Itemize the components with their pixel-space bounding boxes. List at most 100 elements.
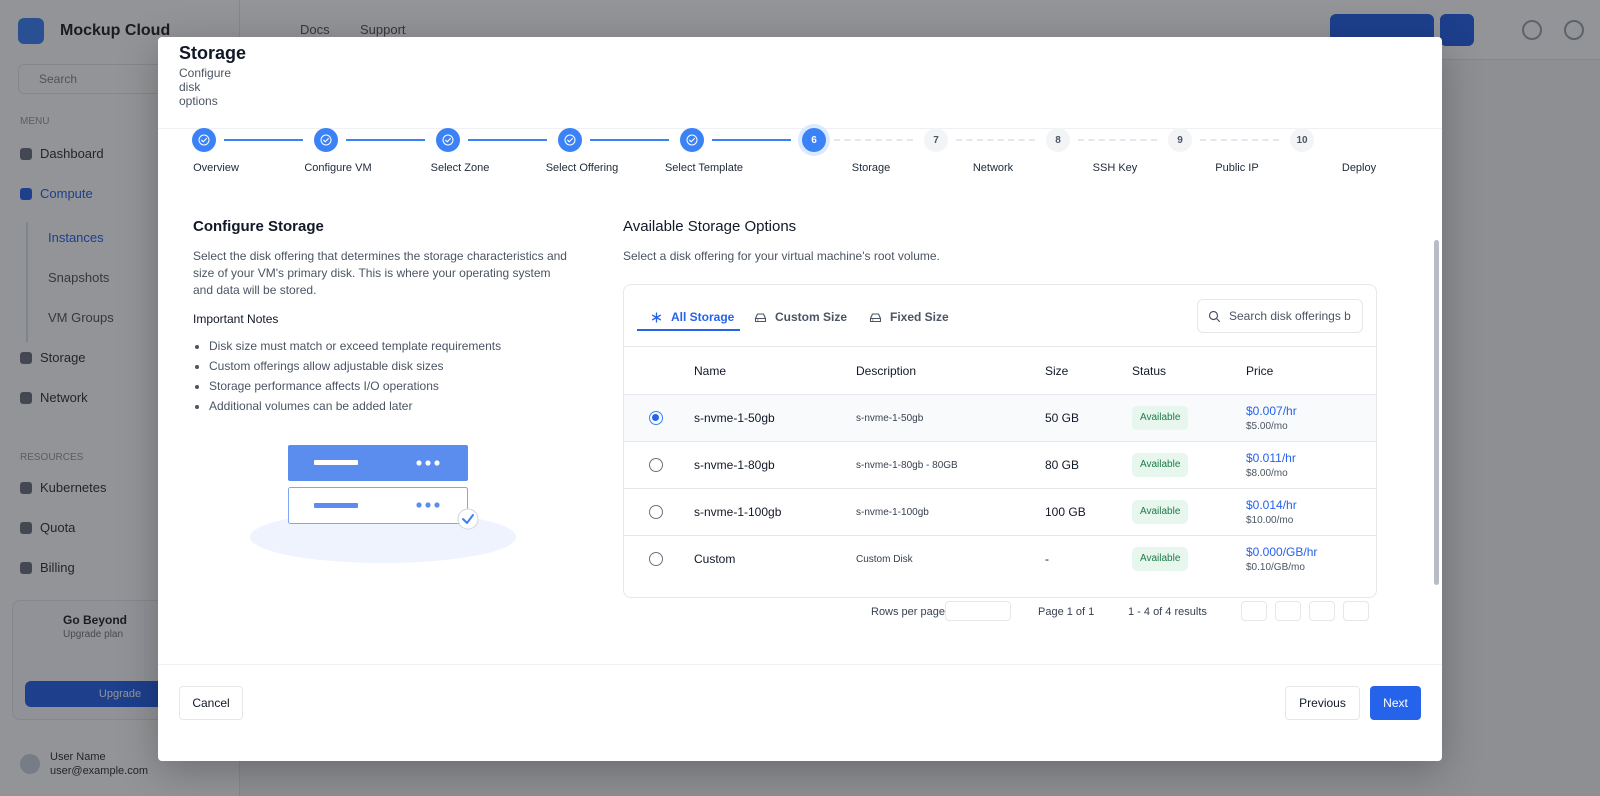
prev-page-button[interactable] bbox=[1275, 601, 1301, 621]
row-price-hourly: $0.011/hr bbox=[1246, 451, 1296, 465]
step-connector bbox=[712, 139, 791, 141]
modal-scrollbar[interactable] bbox=[1432, 130, 1442, 652]
row-price-monthly: $5.00/mo bbox=[1246, 421, 1288, 432]
first-page-button[interactable] bbox=[1241, 601, 1267, 621]
check-circle-icon bbox=[686, 134, 698, 146]
page-indicator: Page 1 of 1 bbox=[1038, 606, 1095, 618]
note-item: Storage performance affects I/O operatio… bbox=[209, 376, 573, 396]
row-size: - bbox=[1045, 552, 1049, 566]
row-name: Custom bbox=[694, 552, 736, 566]
step-marker bbox=[192, 128, 216, 152]
row-radio[interactable] bbox=[649, 505, 663, 519]
step-connector bbox=[1078, 139, 1157, 141]
row-price-hourly: $0.000/GB/hr bbox=[1246, 545, 1318, 559]
modal-title: Storage bbox=[179, 43, 247, 63]
storage-options-subtitle: Select a disk offering for your virtual … bbox=[623, 249, 940, 263]
step-connector bbox=[224, 139, 303, 141]
storage-illustration bbox=[250, 445, 516, 563]
search-input[interactable] bbox=[1229, 309, 1351, 323]
important-notes-list: Disk size must match or exceed template … bbox=[193, 336, 573, 416]
next-button[interactable]: Next bbox=[1370, 686, 1421, 720]
step-label: Deploy bbox=[1341, 162, 1377, 174]
row-description: s-nvme-1-80gb - 80GB bbox=[856, 460, 958, 471]
storage-modal: Storage Configure disk options Overview … bbox=[158, 37, 1442, 761]
step-number: 8 bbox=[1046, 128, 1070, 152]
row-size: 80 GB bbox=[1045, 458, 1080, 472]
storage-options-title: Available Storage Options bbox=[623, 218, 797, 235]
step-marker bbox=[314, 128, 338, 152]
check-circle-icon bbox=[564, 134, 576, 146]
row-price-monthly: $10.00/mo bbox=[1246, 515, 1294, 526]
row-size: 100 GB bbox=[1045, 505, 1086, 519]
cancel-button[interactable]: Cancel bbox=[179, 686, 243, 720]
check-circle-icon bbox=[198, 134, 210, 146]
status-badge: Available bbox=[1132, 406, 1189, 430]
modal-header: Storage Configure disk options bbox=[158, 37, 1442, 129]
tab-custom-size[interactable]: Custom Size bbox=[754, 304, 847, 330]
table-row[interactable]: s-nvme-1-80gb s-nvme-1-80gb - 80GB 80 GB… bbox=[624, 442, 1376, 489]
row-size: 50 GB bbox=[1045, 411, 1080, 425]
table-row[interactable]: Custom Custom Disk - Available $0.000/GB… bbox=[624, 536, 1376, 583]
pagination: Rows per page Page 1 of 1 1 - 4 of 4 res… bbox=[623, 598, 1377, 628]
row-price-monthly: $8.00/mo bbox=[1246, 468, 1288, 479]
row-price-monthly: $0.10/GB/mo bbox=[1246, 562, 1305, 573]
rows-per-page-label: Rows per page bbox=[871, 606, 945, 618]
table-row[interactable]: s-nvme-1-100gb s-nvme-1-100gb 100 GB Ava… bbox=[624, 489, 1376, 536]
configure-storage-panel: Configure Storage Select the disk offeri… bbox=[193, 218, 573, 416]
column-header[interactable]: Name bbox=[694, 364, 726, 378]
row-radio[interactable] bbox=[649, 552, 663, 566]
step-connector bbox=[468, 139, 547, 141]
row-description: Custom Disk bbox=[856, 554, 913, 565]
step-marker bbox=[558, 128, 582, 152]
step-marker bbox=[436, 128, 460, 152]
tab-fixed-size[interactable]: Fixed Size bbox=[869, 304, 949, 330]
row-name: s-nvme-1-50gb bbox=[694, 411, 775, 425]
configure-storage-title: Configure Storage bbox=[193, 218, 324, 235]
scrollbar-thumb[interactable] bbox=[1434, 240, 1439, 585]
step-connector bbox=[956, 139, 1035, 141]
storage-tabs: All Storage Custom Size Fixed Size bbox=[624, 285, 1376, 347]
step-number: 6 bbox=[802, 128, 826, 152]
next-page-button[interactable] bbox=[1309, 601, 1335, 621]
status-badge: Available bbox=[1132, 453, 1189, 477]
hard-drive-icon bbox=[754, 312, 767, 322]
note-item: Custom offerings allow adjustable disk s… bbox=[209, 356, 573, 376]
row-price-hourly: $0.007/hr bbox=[1246, 404, 1297, 418]
check-circle-icon bbox=[442, 134, 454, 146]
rows-per-page-select[interactable] bbox=[945, 601, 1011, 621]
search-icon bbox=[1208, 310, 1221, 322]
active-tab-indicator bbox=[637, 329, 740, 331]
tab-label: Custom Size bbox=[775, 310, 848, 324]
column-header[interactable]: Status bbox=[1132, 364, 1166, 378]
table-row[interactable]: s-nvme-1-50gb s-nvme-1-50gb 50 GB Availa… bbox=[624, 395, 1376, 442]
row-description: s-nvme-1-50gb bbox=[856, 413, 924, 424]
column-header[interactable]: Description bbox=[856, 364, 916, 378]
important-notes-title: Important Notes bbox=[193, 312, 279, 326]
results-count: 1 - 4 of 4 results bbox=[1128, 606, 1207, 618]
step-connector bbox=[590, 139, 669, 141]
row-radio[interactable] bbox=[649, 458, 663, 472]
last-page-button[interactable] bbox=[1343, 601, 1369, 621]
status-badge: Available bbox=[1132, 500, 1189, 524]
column-header[interactable]: Size bbox=[1045, 364, 1068, 378]
row-radio[interactable] bbox=[649, 411, 663, 425]
status-badge: Available bbox=[1132, 547, 1189, 571]
modal-subtitle: Configure disk options bbox=[179, 66, 232, 108]
row-name: s-nvme-1-80gb bbox=[694, 458, 775, 472]
asterisk-icon bbox=[651, 311, 662, 323]
step-number: 7 bbox=[924, 128, 948, 152]
step-marker bbox=[680, 128, 704, 152]
row-price-hourly: $0.014/hr bbox=[1246, 498, 1297, 512]
search-field[interactable] bbox=[1197, 299, 1363, 333]
column-header[interactable]: Price bbox=[1246, 364, 1273, 378]
row-name: s-nvme-1-100gb bbox=[694, 505, 782, 519]
step-number: 10 bbox=[1290, 128, 1314, 152]
previous-button[interactable]: Previous bbox=[1285, 686, 1360, 720]
tab-label: All Storage bbox=[671, 310, 735, 324]
configure-storage-description: Select the disk offering that determines… bbox=[193, 249, 567, 297]
wizard-stepper: Overview Configure VM Select Zone Select… bbox=[158, 128, 1442, 198]
tab-all-storage[interactable]: All Storage bbox=[650, 304, 734, 330]
tab-label: Fixed Size bbox=[890, 310, 949, 324]
check-circle-icon bbox=[320, 134, 332, 146]
note-item: Disk size must match or exceed template … bbox=[209, 336, 573, 356]
